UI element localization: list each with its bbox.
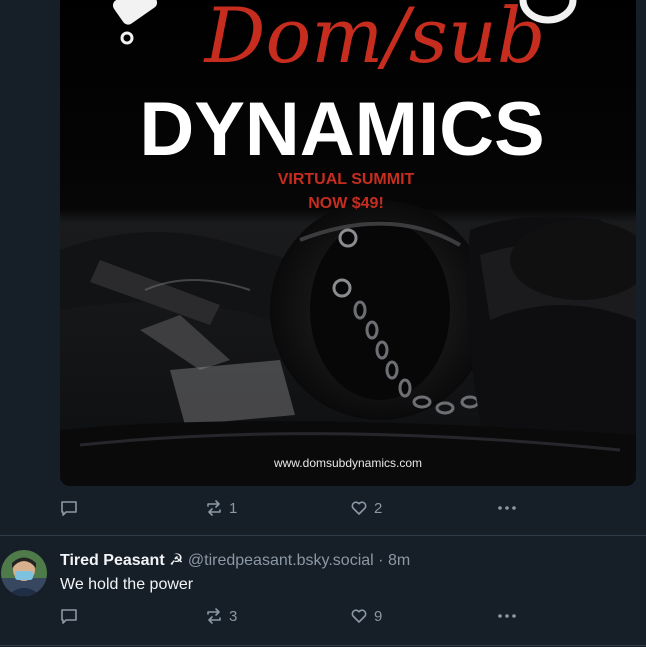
repost-icon	[207, 608, 221, 624]
author-handle[interactable]: @tiredpeasant.bsky.social	[188, 552, 374, 569]
like-count: 2	[374, 499, 383, 517]
post-item[interactable]: Tired Peasant ☭ @tiredpeasant.bsky.socia…	[0, 536, 646, 646]
separator-dot: ·	[378, 552, 384, 569]
repost-count: 1	[229, 499, 238, 517]
like-button[interactable]: 9	[350, 607, 382, 625]
author-name[interactable]: Tired Peasant	[60, 552, 165, 569]
like-count: 9	[374, 607, 383, 625]
reply-button[interactable]	[60, 607, 84, 625]
hammer-sickle-icon: ☭	[169, 552, 184, 569]
like-button[interactable]: 2	[350, 499, 382, 517]
repost-button[interactable]: 1	[205, 499, 237, 517]
post-divider	[0, 645, 646, 646]
post1-actions: 1 2	[60, 496, 540, 520]
post-image[interactable]: Dom/sub DYNAMICS VIRTUAL SUMMIT NOW $49!…	[60, 0, 636, 486]
repost-icon	[207, 500, 221, 516]
more-options-button[interactable]	[497, 499, 517, 517]
headline-main: DYNAMICS	[139, 87, 544, 172]
reply-icon	[61, 501, 77, 516]
heart-icon	[351, 501, 367, 515]
more-options-button[interactable]	[497, 607, 517, 625]
repost-button[interactable]: 3	[205, 607, 237, 625]
headline-script: Dom/sub	[203, 0, 546, 80]
heart-icon	[351, 609, 367, 623]
repost-count: 3	[229, 607, 238, 625]
avatar[interactable]	[1, 550, 47, 596]
post-text: We hold the power	[60, 576, 194, 593]
subtitle-line2: NOW $49!	[308, 195, 384, 212]
post-header: Tired Peasant ☭ @tiredpeasant.bsky.socia…	[60, 550, 410, 570]
ellipsis-icon	[498, 506, 516, 510]
post2-actions: 3 9	[60, 604, 540, 628]
image-url-text: www.domsubdynamics.com	[273, 456, 422, 470]
reply-icon	[61, 609, 77, 624]
ellipsis-icon	[498, 614, 516, 618]
post-time[interactable]: 8m	[388, 552, 410, 569]
subtitle-line1: VIRTUAL SUMMIT	[278, 171, 415, 188]
reply-button[interactable]	[60, 499, 84, 517]
